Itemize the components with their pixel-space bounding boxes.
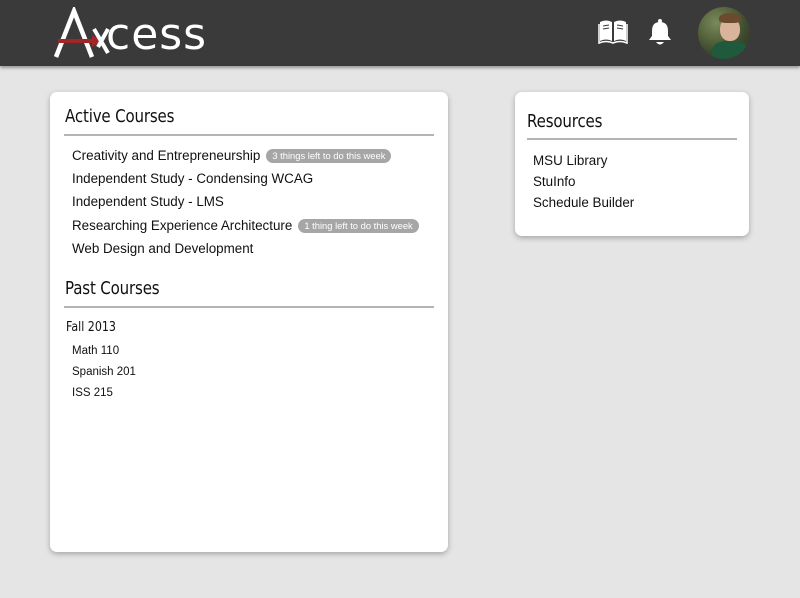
course-link[interactable]: Independent Study - LMS [72,194,224,209]
course-name[interactable]: Web Design and Development [72,241,253,256]
todo-badge: 3 things left to do this week [266,148,392,163]
past-courses-heading: Past Courses [65,279,160,299]
logo-text: cess [106,9,208,60]
course-name[interactable]: Independent Study - Condensing WCAG [72,171,313,186]
divider [527,138,737,140]
resource-link-stuinfo[interactable]: StuInfo [533,174,575,189]
past-course-link[interactable]: Spanish 201 [72,366,136,378]
active-courses-heading: Active Courses [65,107,175,127]
course-link[interactable]: Independent Study - Condensing WCAG [72,171,313,186]
resources-heading: Resources [527,112,603,132]
past-course-link[interactable]: Math 110 [72,345,119,357]
divider [64,306,434,308]
axcess-logo[interactable]: cess [52,4,242,62]
past-course-link[interactable]: ISS 215 [72,387,113,399]
book-icon[interactable] [598,18,628,49]
top-navigation-bar: cess [0,0,800,66]
course-name[interactable]: Creativity and Entrepreneurship [72,148,260,163]
user-avatar[interactable] [698,7,750,59]
course-link[interactable]: Creativity and Entrepreneurship 3 things… [72,148,392,163]
course-link[interactable]: Web Design and Development [72,241,253,256]
course-name[interactable]: Researching Experience Architecture [72,218,292,233]
resources-card: Resources MSU Library StuInfo Schedule B… [515,92,749,236]
divider [64,134,434,136]
course-link[interactable]: Researching Experience Architecture 1 th… [72,218,419,233]
term-heading: Fall 2013 [66,319,116,335]
course-name[interactable]: Independent Study - LMS [72,194,224,209]
resource-link-msu-library[interactable]: MSU Library [533,153,607,168]
bell-icon[interactable] [647,18,673,51]
resource-link-schedule-builder[interactable]: Schedule Builder [533,195,634,210]
courses-card: Active Courses Creativity and Entreprene… [50,92,448,552]
todo-badge: 1 thing left to do this week [298,218,419,233]
logo-a-arrow-mark [53,7,110,58]
